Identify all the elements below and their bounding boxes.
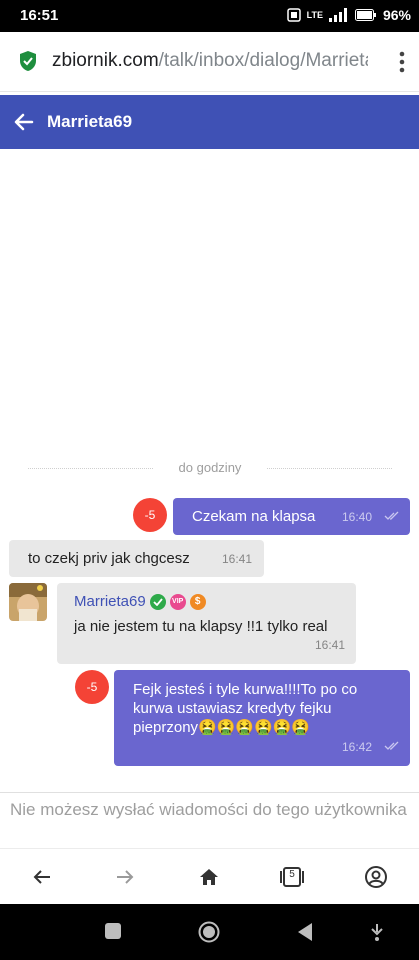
avatar-image xyxy=(9,583,47,621)
status-time: 16:51 xyxy=(20,7,59,24)
sender-line: Marrieta69 VIP $ xyxy=(74,593,206,610)
battery-level: 96% xyxy=(382,7,411,23)
read-check-icon xyxy=(384,511,399,520)
back-arrow-icon[interactable] xyxy=(12,110,36,134)
url-text[interactable]: zbiornik.com/talk/inbox/dialog/Marrieta6… xyxy=(52,50,368,72)
home-button-icon[interactable] xyxy=(198,921,220,943)
battery-icon xyxy=(354,9,376,21)
message-bubble-incoming[interactable]: to czekj priv jak chgcesz 16:41 xyxy=(9,540,264,577)
browser-home-button[interactable] xyxy=(196,864,222,890)
status-bar: 16:51 LTE 96% xyxy=(0,0,419,32)
browser-back-button[interactable] xyxy=(29,864,55,890)
time-divider: do godziny xyxy=(28,458,392,478)
message-text: Fejk jesteś i tyle kurwa!!!!To po co kur… xyxy=(133,681,358,736)
browser-toolbar: 5 xyxy=(0,848,419,904)
message-time: 16:41 xyxy=(222,552,253,566)
chat-title: Marrieta69 xyxy=(47,112,133,131)
system-navigation-bar xyxy=(0,904,419,960)
url-domain: zbiornik.com xyxy=(52,50,159,71)
credit-badge: -5 xyxy=(75,670,109,704)
message-text: ja nie jestem tu na klapsy !!1 tylko rea… xyxy=(74,618,328,635)
credit-badge: -5 xyxy=(133,498,167,532)
address-bar[interactable]: zbiornik.com/talk/inbox/dialog/Marrieta6… xyxy=(0,32,419,92)
divider-label: do godziny xyxy=(168,460,252,475)
recents-icon[interactable] xyxy=(104,922,122,940)
compose-disabled-notice: Nie możesz wysłać wiadomości do tego uży… xyxy=(0,792,419,848)
url-path: /talk/inbox/dialog/Marrieta69 xyxy=(158,50,368,71)
message-bubble-outgoing[interactable]: Czekam na klapsa 16:40 xyxy=(173,498,410,535)
browser-forward-button[interactable] xyxy=(112,864,138,890)
status-icons: LTE 96% xyxy=(286,7,411,23)
sender-avatar[interactable] xyxy=(9,583,47,621)
message-time: 16:40 xyxy=(342,510,373,524)
read-check-icon xyxy=(384,741,399,750)
message-time: 16:41 xyxy=(315,638,346,652)
chat-header: Marrieta69 xyxy=(0,95,419,149)
alarm-icon xyxy=(286,8,301,22)
account-icon xyxy=(365,866,387,888)
secure-shield-icon xyxy=(20,51,36,71)
forward-icon xyxy=(117,870,134,884)
more-menu-icon[interactable] xyxy=(399,51,405,73)
verified-icon xyxy=(149,593,166,610)
hide-keyboard-icon[interactable] xyxy=(369,922,385,942)
message-text: to czekj priv jak chgcesz xyxy=(28,550,190,567)
network-type: LTE xyxy=(306,10,323,20)
message-bubble-incoming[interactable]: Marrieta69 VIP $ ja nie jestem tu na kla… xyxy=(57,583,356,664)
message-bubble-outgoing[interactable]: Fejk jesteś i tyle kurwa!!!!To po co kur… xyxy=(114,670,410,766)
back-icon xyxy=(33,870,50,884)
home-icon xyxy=(200,869,218,885)
coin-icon: $ xyxy=(189,593,206,610)
browser-tabs-button[interactable]: 5 xyxy=(279,864,305,890)
browser-account-button[interactable] xyxy=(363,864,389,890)
tab-count: 5 xyxy=(289,869,295,880)
system-back-icon[interactable] xyxy=(296,922,314,942)
message-text: Czekam na klapsa xyxy=(192,508,316,525)
message-time: 16:42 xyxy=(342,740,373,754)
vip-icon: VIP xyxy=(169,593,186,610)
sender-name[interactable]: Marrieta69 xyxy=(74,593,146,610)
signal-icon xyxy=(328,8,347,22)
